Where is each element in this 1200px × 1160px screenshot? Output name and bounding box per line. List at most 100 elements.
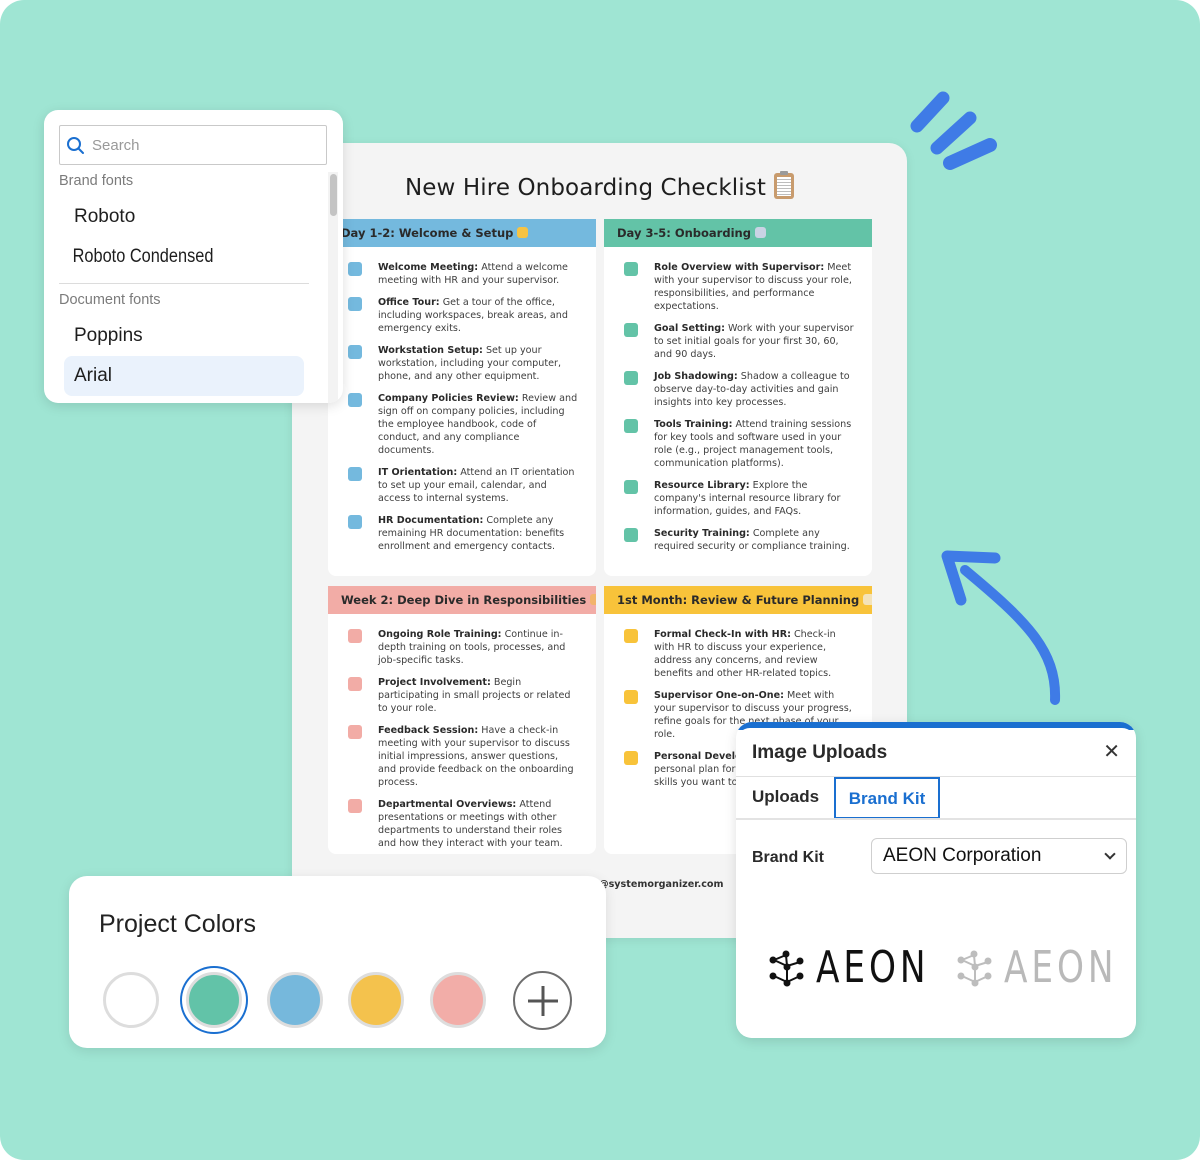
checkbox[interactable] (624, 751, 638, 765)
checklist-item-text: Welcome Meeting: Attend a welcome meetin… (378, 261, 578, 287)
brand-kit-selected-value: AEON Corporation (883, 845, 1042, 866)
checkbox[interactable] (348, 393, 362, 407)
aeon-network-icon (957, 950, 992, 987)
checkbox[interactable] (348, 799, 362, 813)
checklist-item: Role Overview with Supervisor: Meet with… (624, 261, 854, 313)
section-day-3-5: Day 3-5: Onboarding Role Overview with Su… (604, 219, 872, 576)
font-group-divider (59, 283, 309, 284)
curved-arrow-decoration (941, 550, 1061, 705)
checkbox[interactable] (624, 528, 638, 542)
checklist-item: IT Orientation: Attend an IT orientation… (348, 466, 578, 505)
checkbox[interactable] (624, 371, 638, 385)
project-colors-title: Project Colors (99, 910, 256, 938)
document-fonts-label: Document fonts (59, 292, 161, 308)
section-day-1-2: Day 1-2: Welcome & Setup Welcome Meeting:… (328, 219, 596, 576)
checkbox[interactable] (624, 480, 638, 494)
brand-fonts-label: Brand fonts (59, 173, 134, 189)
font-option-poppins[interactable]: Poppins (64, 316, 304, 356)
color-swatch-white[interactable] (103, 972, 159, 1028)
checklist-item: Office Tour: Get a tour of the office, i… (348, 296, 578, 335)
document-footer: @systemorganizer.com (599, 879, 724, 890)
font-option-roboto[interactable]: Roboto (64, 197, 304, 237)
font-picker-panel: Brand fonts Roboto Roboto Condensed Docu… (44, 110, 343, 403)
checkbox[interactable] (624, 419, 638, 433)
section-heading: Day 1-2: Welcome & Setup (328, 219, 596, 247)
checklist-item-title: Formal Check-In with HR: (654, 629, 791, 640)
checkbox[interactable] (624, 323, 638, 337)
clipboard-icon (773, 171, 794, 199)
brand-logo-light[interactable]: AEON (954, 946, 1136, 990)
checklist-item-title: Security Training: (654, 528, 750, 539)
checklist-item: Job Shadowing: Shadow a colleague to obs… (624, 370, 854, 409)
aeon-network-icon (769, 950, 804, 987)
section-heading: Week 2: Deep Dive in Responsibilities (328, 586, 596, 614)
checkbox[interactable] (624, 629, 638, 643)
checklist-item-text: Tools Training: Attend training sessions… (654, 418, 854, 470)
checklist-item: Workstation Setup: Set up your workstati… (348, 344, 578, 383)
checkbox[interactable] (348, 677, 362, 691)
tab-uploads[interactable]: Uploads (752, 777, 819, 819)
checkbox[interactable] (348, 467, 362, 481)
checklist-item-title: Departmental Overviews: (378, 799, 517, 810)
section-heading-text: Day 1-2: Welcome & Setup (341, 226, 514, 240)
checklist-item-text: HR Documentation: Complete any remaining… (378, 514, 578, 553)
checklist-item-text: IT Orientation: Attend an IT orientation… (378, 466, 578, 505)
checklist-item-title: Supervisor One-on-One: (654, 690, 784, 701)
checklist-item-text: Security Training: Complete any required… (654, 527, 854, 553)
checkbox[interactable] (348, 725, 362, 739)
font-search-box[interactable] (59, 125, 327, 165)
checkbox[interactable] (348, 629, 362, 643)
checklist-item: Feedback Session: Have a check-in meetin… (348, 724, 578, 789)
checkbox[interactable] (624, 690, 638, 704)
search-icon (67, 136, 84, 154)
checklist-item-title: Welcome Meeting: (378, 262, 479, 273)
checklist-item: Security Training: Complete any required… (624, 527, 854, 553)
font-option-roboto-condensed[interactable]: Roboto Condensed (64, 237, 270, 277)
checklist-item: Departmental Overviews: Attend presentat… (348, 798, 578, 850)
close-icon[interactable]: ✕ (1103, 742, 1120, 762)
color-swatch-yellow[interactable] (348, 972, 404, 1028)
font-list-scrollbar-thumb[interactable] (330, 174, 337, 216)
checklist-item: Project Involvement: Begin participating… (348, 676, 578, 715)
checklist-item-title: Tools Training: (654, 419, 733, 430)
color-swatch-green[interactable] (186, 972, 242, 1028)
checklist-item-text: Goal Setting: Work with your supervisor … (654, 322, 854, 361)
checklist-item-text: Departmental Overviews: Attend presentat… (378, 798, 578, 850)
checklist-item-title: IT Orientation: (378, 467, 458, 478)
checklist-item: Resource Library: Explore the company's … (624, 479, 854, 518)
checkbox[interactable] (348, 297, 362, 311)
memo-icon (863, 594, 872, 605)
brand-logo-text: AEON (816, 942, 930, 993)
brand-kit-label: Brand Kit (752, 849, 824, 866)
checkbox[interactable] (348, 515, 362, 529)
brand-logo-text: AEON (1004, 942, 1118, 993)
add-color-button[interactable] (513, 971, 572, 1030)
font-option-arial[interactable]: Arial (64, 356, 304, 396)
color-swatch-blue[interactable] (267, 972, 323, 1028)
checklist-item-title: Workstation Setup: (378, 345, 483, 356)
checklist-item-text: Workstation Setup: Set up your workstati… (378, 344, 578, 383)
checklist-item-title: Project Involvement: (378, 677, 491, 688)
font-search-input[interactable] (92, 136, 312, 154)
tab-brand-kit[interactable]: Brand Kit (834, 777, 940, 819)
checklist-item-title: Company Policies Review: (378, 393, 519, 404)
checkbox[interactable] (348, 345, 362, 359)
checkbox[interactable] (348, 262, 362, 276)
checklist-item-text: Project Involvement: Begin participating… (378, 676, 578, 715)
color-swatch-pink[interactable] (430, 972, 486, 1028)
checklist-item-title: Office Tour: (378, 297, 440, 308)
checklist-item-text: Company Policies Review: Review and sign… (378, 392, 578, 457)
checklist-item-text: Ongoing Role Training: Continue in-depth… (378, 628, 578, 667)
brand-logo-dark[interactable]: AEON (766, 946, 961, 990)
checklist-item-title: HR Documentation: (378, 515, 484, 526)
checkbox[interactable] (624, 262, 638, 276)
checklist-item: Formal Check-In with HR: Check-in with H… (624, 628, 854, 680)
brand-kit-select[interactable]: AEON Corporation (871, 838, 1127, 874)
section-heading: 1st Month: Review & Future Planning (604, 586, 872, 614)
checklist-item-text: Formal Check-In with HR: Check-in with H… (654, 628, 854, 680)
checklist-item-text: Role Overview with Supervisor: Meet with… (654, 261, 854, 313)
checklist-items: Welcome Meeting: Attend a welcome meetin… (328, 247, 596, 553)
checklist-item-title: Job Shadowing: (654, 371, 738, 382)
section-heading-text: Day 3-5: Onboarding (617, 226, 751, 240)
checklist-item: Goal Setting: Work with your supervisor … (624, 322, 854, 361)
